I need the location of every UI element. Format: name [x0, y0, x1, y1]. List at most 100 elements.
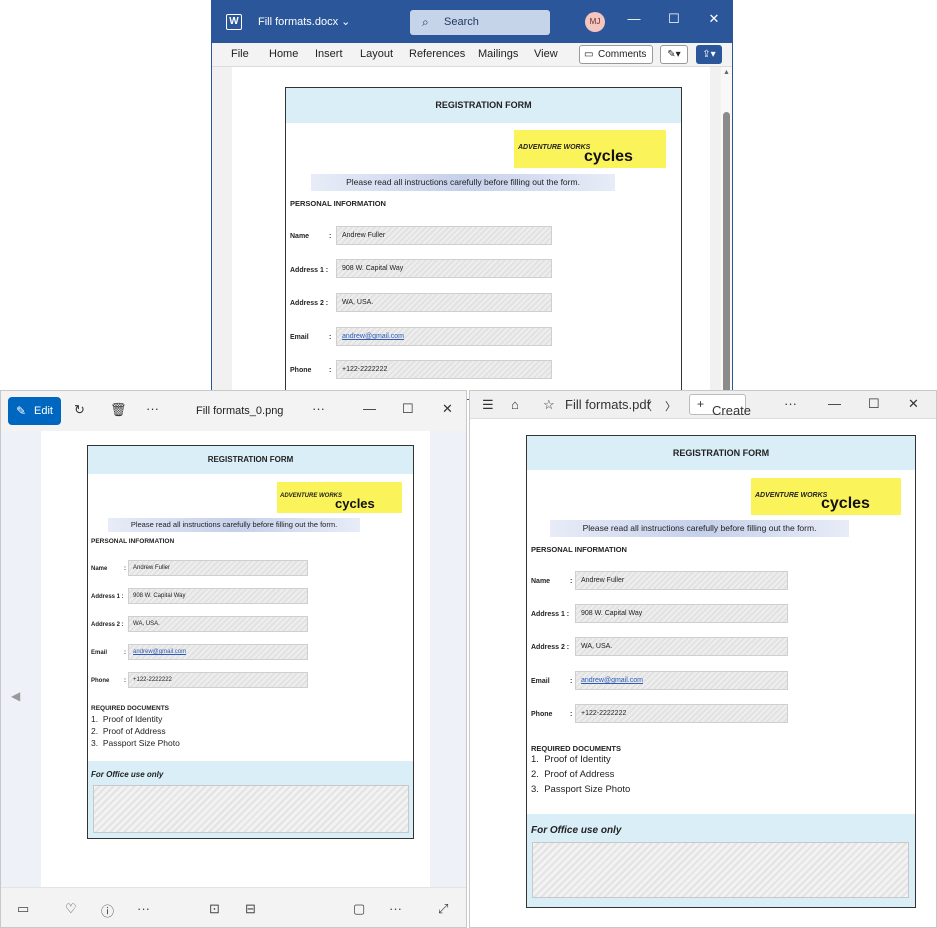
filmstrip-icon[interactable]: ▭ [17, 901, 29, 917]
tab-title[interactable]: Fill formats.pdf [565, 397, 650, 412]
more-options-button-3[interactable]: ··· [137, 901, 150, 916]
address1-field[interactable]: 908 W. Capital Way [575, 604, 788, 623]
office-use-box [532, 842, 909, 898]
tab-mailings[interactable]: Mailings [478, 48, 518, 60]
office-use-section: For Office use only [527, 814, 915, 907]
fit-to-window-icon[interactable]: ▢ [353, 901, 365, 917]
list-item: 2. Proof of Address [531, 769, 615, 780]
more-options-button[interactable]: ··· [146, 401, 159, 416]
copy-text-icon[interactable]: ⊟ [245, 901, 256, 917]
section-personal-info: PERSONAL INFORMATION [91, 538, 175, 545]
address1-field[interactable]: 908 W. Capital Way [336, 259, 552, 278]
address2-field[interactable]: WA, USA. [336, 293, 552, 312]
editing-mode-button[interactable]: ✎▾ [660, 45, 688, 64]
ribbon-tabs: File Home Insert Layout References Maili… [212, 43, 732, 67]
address2-label: Address 2 : [91, 622, 124, 628]
plus-icon: + [697, 397, 705, 411]
create-button[interactable]: + Create [689, 394, 751, 418]
tab-view[interactable]: View [534, 48, 558, 60]
info-icon[interactable]: ⓘ [101, 901, 114, 920]
office-use-box [93, 785, 409, 833]
edit-image-icon: ✎ [16, 404, 27, 418]
document-page: REGISTRATION FORM ADVENTURE WORKS cycles… [232, 67, 710, 399]
name-field[interactable]: Andrew Fuller [336, 226, 552, 245]
chevron-down-icon[interactable]: ⌄ [341, 16, 350, 28]
previous-arrow-icon[interactable]: ◀ [11, 689, 20, 703]
more-options-button[interactable]: ··· [784, 396, 797, 411]
maximize-button[interactable]: ☐ [402, 401, 414, 417]
email-label: Email [290, 334, 309, 341]
rotate-icon[interactable]: ↻ [74, 402, 85, 418]
maximize-button[interactable]: ☐ [664, 11, 684, 27]
close-button[interactable]: ✕ [442, 401, 453, 417]
company-logo: ADVENTURE WORKS cycles [514, 130, 666, 168]
minimize-button[interactable]: — [828, 396, 841, 411]
visual-search-icon[interactable]: ⊡ [209, 901, 220, 917]
phone-field[interactable]: +122-2222222 [128, 672, 308, 688]
phone-colon: : [570, 711, 573, 718]
instructions-text: Please read all instructions carefully b… [311, 174, 615, 191]
share-button[interactable]: ⇪▾ [696, 45, 722, 64]
search-icon: ⌕ [422, 15, 429, 29]
fullscreen-icon[interactable]: ⤢ [438, 901, 448, 917]
company-logo: ADVENTURE WORKS cycles [751, 478, 901, 515]
list-item: 1. Proof of Identity [91, 714, 163, 724]
tab-insert[interactable]: Insert [315, 48, 343, 60]
tab-home[interactable]: Home [269, 48, 298, 60]
favorite-star-icon[interactable]: ☆ [543, 397, 555, 413]
file-name: Fill formats_0.png [196, 405, 284, 417]
search-box[interactable]: ⌕ Search [410, 10, 550, 35]
name-label: Name [290, 233, 310, 240]
tab-layout[interactable]: Layout [360, 48, 393, 60]
name-field[interactable]: Andrew Fuller [575, 571, 788, 590]
tab-file[interactable]: File [231, 48, 249, 60]
email-field[interactable]: andrew@gmail.com [128, 644, 308, 660]
section-personal-info: PERSONAL INFORMATION [290, 199, 386, 208]
email-field[interactable]: andrew@gmail.com [336, 327, 552, 346]
address2-field[interactable]: WA, USA. [575, 637, 788, 656]
document-title[interactable]: Fill formats.docx ⌄ [258, 15, 350, 28]
favorite-icon[interactable]: ♡ [65, 901, 77, 917]
email-label: Email [531, 678, 550, 685]
word-window: W Fill formats.docx ⌄ ⌕ Search MJ — ☐ ✕ F… [211, 0, 733, 400]
registration-form: REGISTRATION FORM ADVENTURE WORKS cycles… [526, 435, 916, 908]
address1-field[interactable]: 908 W. Capital Way [128, 588, 308, 604]
more-options-button-2[interactable]: ··· [312, 401, 325, 416]
scrollbar-thumb[interactable] [723, 112, 730, 399]
phone-label: Phone [91, 678, 110, 684]
image-canvas: REGISTRATION FORM ADVENTURE WORKS cycles… [41, 431, 430, 887]
chevron-left-icon[interactable]: 〈 [641, 398, 652, 414]
menu-icon[interactable]: ☰ [482, 397, 494, 413]
more-options-button-4[interactable]: ··· [389, 901, 402, 916]
minimize-button[interactable]: — [624, 11, 644, 26]
phone-field[interactable]: +122-2222222 [336, 360, 552, 379]
scroll-up-icon[interactable]: ▲ [723, 69, 730, 76]
maximize-button[interactable]: ☐ [868, 396, 880, 412]
phone-label: Phone [290, 367, 312, 374]
name-field[interactable]: Andrew Fuller [128, 560, 308, 576]
comments-button[interactable]: ▭ Comments [579, 45, 653, 64]
address1-label: Address 1 : [531, 611, 570, 618]
address2-field[interactable]: WA, USA. [128, 616, 308, 632]
pen-icon: ✎ [667, 49, 676, 60]
vertical-scrollbar[interactable]: ▲ [721, 67, 732, 399]
form-header: REGISTRATION FORM [88, 446, 413, 474]
phone-colon: : [329, 367, 332, 374]
minimize-button[interactable]: — [363, 401, 376, 416]
form-header: REGISTRATION FORM [527, 436, 915, 470]
delete-icon[interactable]: 🗑 [110, 402, 127, 418]
home-icon[interactable]: ⌂ [511, 397, 519, 412]
avatar[interactable]: MJ [585, 12, 605, 32]
close-button[interactable]: ✕ [704, 11, 724, 27]
name-label: Name [91, 566, 108, 572]
chevron-right-icon[interactable]: 〉 [665, 398, 676, 414]
word-titlebar: W Fill formats.docx ⌄ ⌕ Search MJ — ☐ ✕ [212, 1, 732, 43]
pdf-viewer-window: ☰ ⌂ ☆ Fill formats.pdf 〈 〉 + Create ··· —… [469, 390, 937, 928]
address1-label: Address 1 : [290, 267, 329, 274]
edit-button[interactable]: ✎ Edit [8, 397, 61, 425]
tab-references[interactable]: References [409, 48, 465, 60]
phone-field[interactable]: +122-2222222 [575, 704, 788, 723]
comment-icon: ▭ [584, 49, 594, 60]
email-field[interactable]: andrew@gmail.com [575, 671, 788, 690]
close-button[interactable]: ✕ [908, 396, 919, 412]
